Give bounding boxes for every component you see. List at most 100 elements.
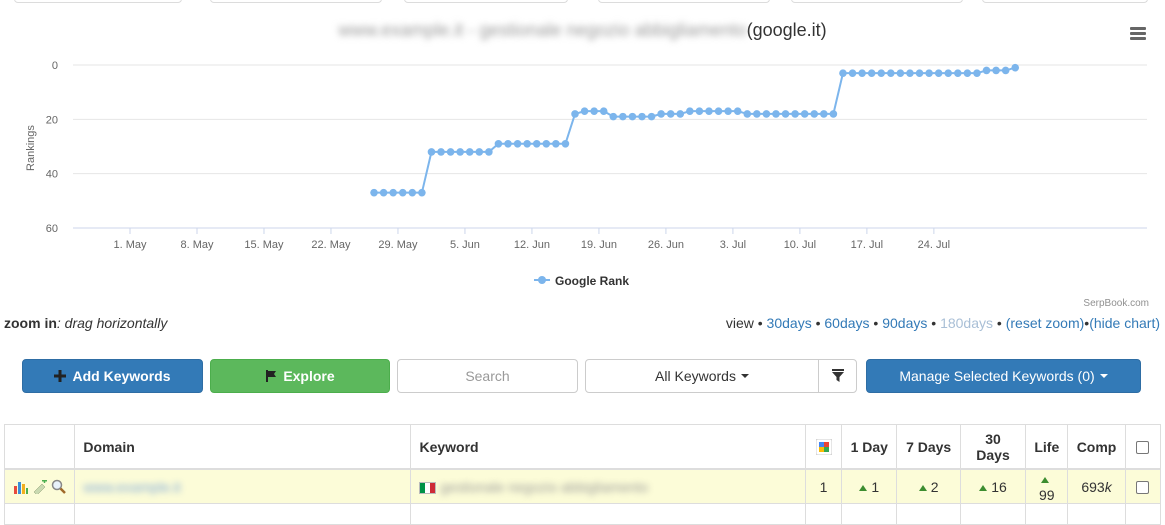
data-point[interactable] bbox=[513, 139, 522, 148]
data-point[interactable] bbox=[389, 188, 397, 197]
data-point[interactable] bbox=[427, 148, 436, 156]
data-point[interactable] bbox=[666, 110, 675, 118]
data-point[interactable] bbox=[858, 69, 866, 77]
filter-button[interactable] bbox=[818, 359, 857, 393]
data-point[interactable] bbox=[638, 112, 646, 121]
data-point[interactable] bbox=[475, 148, 484, 156]
data-point[interactable] bbox=[1011, 63, 1020, 72]
header-comp[interactable]: Comp bbox=[1067, 424, 1126, 470]
data-point[interactable] bbox=[456, 148, 464, 156]
data-point[interactable] bbox=[580, 107, 589, 115]
data-point[interactable] bbox=[992, 66, 1000, 75]
manage-selected-keywords-button[interactable]: Manage Selected Keywords (0) bbox=[866, 359, 1141, 393]
data-point[interactable] bbox=[877, 69, 886, 77]
ranking-chart[interactable]: 0 20 40 60 1. May 8. May 15. May 22. May 29. Ma… bbox=[0, 0, 1165, 310]
data-point[interactable] bbox=[954, 69, 962, 77]
data-point[interactable] bbox=[628, 112, 637, 121]
view-90days-link[interactable]: 90days bbox=[882, 315, 927, 331]
data-point[interactable] bbox=[973, 69, 981, 77]
data-point[interactable] bbox=[542, 139, 551, 148]
data-point[interactable] bbox=[867, 69, 876, 77]
data-point[interactable] bbox=[465, 148, 474, 156]
view-180days-link[interactable]: 180days bbox=[940, 315, 993, 331]
chart-legend[interactable]: Google Rank bbox=[534, 274, 629, 288]
data-point[interactable] bbox=[887, 69, 895, 77]
data-point[interactable] bbox=[762, 110, 771, 118]
view-30days-link[interactable]: 30days bbox=[767, 315, 812, 331]
data-point[interactable] bbox=[437, 148, 445, 156]
data-point[interactable] bbox=[848, 69, 857, 77]
header-domain[interactable]: Domain bbox=[74, 424, 412, 470]
header-keyword[interactable]: Keyword bbox=[410, 424, 806, 470]
data-point[interactable] bbox=[963, 69, 972, 77]
data-point[interactable] bbox=[896, 69, 905, 77]
data-point[interactable] bbox=[839, 69, 847, 77]
data-point[interactable] bbox=[695, 107, 704, 115]
magnifier-icon[interactable] bbox=[51, 479, 66, 494]
data-point[interactable] bbox=[925, 69, 933, 77]
data-point[interactable] bbox=[599, 107, 608, 115]
data-point[interactable] bbox=[408, 188, 417, 197]
data-point[interactable] bbox=[561, 139, 570, 148]
data-point[interactable] bbox=[523, 139, 531, 148]
data-point[interactable] bbox=[657, 110, 665, 118]
data-point[interactable] bbox=[647, 112, 656, 121]
header-1-day[interactable]: 1 Day bbox=[841, 424, 898, 470]
data-point[interactable] bbox=[571, 110, 579, 118]
data-point[interactable] bbox=[820, 110, 828, 118]
data-point[interactable] bbox=[982, 66, 991, 75]
data-point[interactable] bbox=[714, 107, 723, 115]
data-point[interactable] bbox=[379, 188, 388, 197]
data-point[interactable] bbox=[494, 139, 503, 148]
header-life[interactable]: Life bbox=[1025, 424, 1069, 470]
data-point[interactable] bbox=[781, 110, 790, 118]
data-point[interactable] bbox=[772, 110, 780, 118]
explore-button[interactable]: Explore bbox=[210, 359, 390, 393]
data-point[interactable] bbox=[552, 139, 560, 148]
header-google[interactable] bbox=[804, 424, 843, 470]
data-point[interactable] bbox=[619, 112, 627, 121]
data-point[interactable] bbox=[705, 107, 713, 115]
data-point[interactable] bbox=[733, 107, 742, 115]
row-select[interactable] bbox=[1124, 468, 1162, 504]
data-point[interactable] bbox=[686, 107, 694, 115]
row-domain[interactable]: www.example.it bbox=[74, 468, 412, 504]
data-point[interactable] bbox=[676, 110, 685, 118]
row-domain-link[interactable]: www.example.it bbox=[83, 479, 180, 495]
data-point[interactable] bbox=[829, 110, 838, 118]
data-point[interactable] bbox=[1001, 66, 1010, 75]
select-all-checkbox[interactable] bbox=[1136, 441, 1150, 455]
data-point[interactable] bbox=[800, 110, 809, 118]
data-point[interactable] bbox=[944, 69, 953, 77]
data-point[interactable] bbox=[810, 110, 819, 118]
data-point[interactable] bbox=[398, 188, 407, 197]
data-point[interactable] bbox=[370, 188, 378, 197]
data-point[interactable] bbox=[915, 69, 924, 77]
data-point[interactable] bbox=[609, 112, 618, 121]
keyword-filter-dropdown[interactable]: All Keywords bbox=[585, 359, 819, 393]
header-30-days[interactable]: 30 Days bbox=[959, 424, 1027, 470]
data-point[interactable] bbox=[590, 107, 598, 115]
header-select-all[interactable] bbox=[1124, 424, 1162, 470]
hide-chart-link[interactable]: (hide chart) bbox=[1089, 315, 1160, 331]
data-point[interactable] bbox=[791, 110, 799, 118]
data-point[interactable] bbox=[418, 188, 426, 197]
search-input[interactable] bbox=[397, 359, 578, 393]
data-point[interactable] bbox=[753, 110, 761, 118]
view-60days-link[interactable]: 60days bbox=[824, 315, 869, 331]
bar-chart-icon[interactable] bbox=[13, 480, 29, 494]
data-point[interactable] bbox=[934, 69, 943, 77]
data-point[interactable] bbox=[906, 69, 914, 77]
chart-credit[interactable]: SerpBook.com bbox=[1083, 298, 1149, 309]
data-point[interactable] bbox=[724, 107, 732, 115]
data-point[interactable] bbox=[743, 110, 752, 118]
data-point[interactable] bbox=[446, 148, 455, 156]
data-point[interactable] bbox=[504, 139, 512, 148]
row-keyword[interactable]: gestionale negozio abbigliamento bbox=[410, 468, 806, 504]
data-point[interactable] bbox=[532, 139, 541, 148]
reset-zoom-link[interactable]: (reset zoom) bbox=[1006, 315, 1085, 331]
header-7-days[interactable]: 7 Days bbox=[896, 424, 961, 470]
add-keywords-button[interactable]: Add Keywords bbox=[22, 359, 203, 393]
add-note-icon[interactable] bbox=[32, 479, 48, 494]
data-point[interactable] bbox=[485, 148, 493, 156]
